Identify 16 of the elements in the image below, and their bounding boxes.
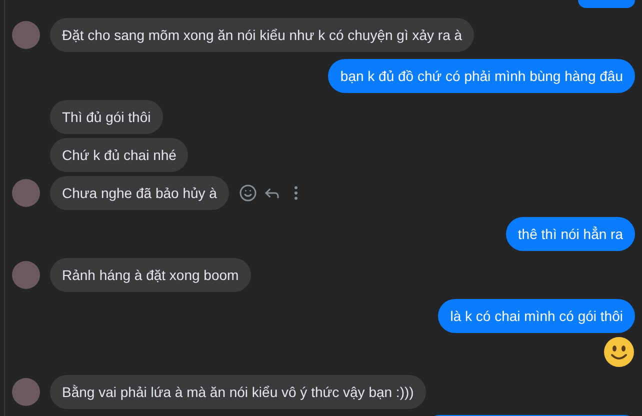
avatar[interactable] (12, 261, 40, 289)
message-bubble: thê thì nói hẳn ra (506, 217, 635, 251)
avatar[interactable] (12, 179, 40, 207)
smiley-icon[interactable] (238, 184, 257, 202)
message-bubble: Chứ k đủ chai nhé (50, 138, 188, 172)
avatar[interactable] (12, 21, 40, 49)
message-bubble: bạn k đủ đồ chứ có phải mình bùng hàng đâu (328, 59, 635, 93)
smiley-emoji-icon (603, 336, 635, 368)
message-bubble: là k có chai mình có gói thôi (438, 299, 635, 333)
message-bubble: Bằng vai phải lứa à mà ăn nói kiểu vô ý thức vậy bạn :))) (50, 375, 426, 409)
message-bubble (578, 0, 635, 8)
avatar[interactable] (12, 378, 40, 406)
message-bubble: Rảnh háng à đặt xong boom (50, 258, 251, 292)
message-bubble: Đặt cho sang mõm xong ăn nói kiểu như k có chuyện gì xảy ra à (50, 18, 474, 52)
message-bubble: Thì đủ gói thôi (50, 100, 163, 134)
message-bubble: Chưa nghe đã bảo hủy à (50, 176, 229, 210)
